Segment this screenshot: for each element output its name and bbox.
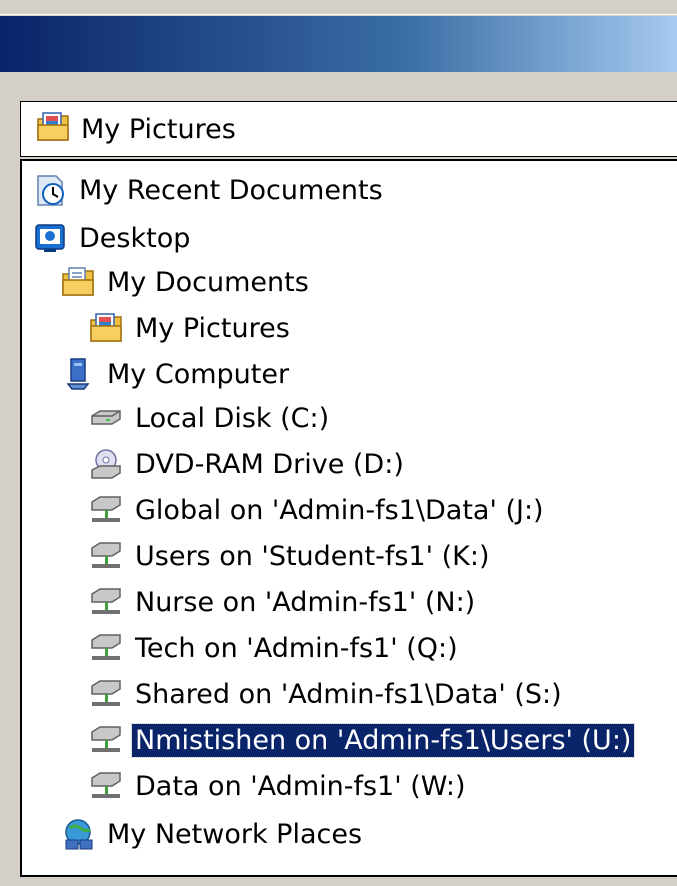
title-bar [0,16,677,72]
network-places-icon [60,816,96,852]
my-computer-icon [60,356,96,392]
toolbar-area [0,72,677,100]
tree-item-label: Shared on 'Admin-fs1\Data' (S:) [135,678,562,710]
tree-item-network-drive-k[interactable]: Users on 'Student-fs1' (K:) [88,533,492,579]
network-drive-icon [88,630,124,666]
tree-item-network-drive-j[interactable]: Global on 'Admin-fs1\Data' (J:) [88,487,547,533]
tree-item-label: DVD-RAM Drive (D:) [135,448,404,480]
location-combo[interactable]: My Pictures [20,101,677,157]
network-drive-icon [88,722,124,758]
tree-item-desktop[interactable]: Desktop [32,215,193,261]
tree-item-label: My Pictures [135,312,290,344]
tree-item-network-drive-q[interactable]: Tech on 'Admin-fs1' (Q:) [88,625,461,671]
tree-item-my-network-places[interactable]: My Network Places [60,811,365,857]
network-drive-icon [88,492,124,528]
tree-item-my-computer[interactable]: My Computer [60,351,292,397]
tree-item-label: My Recent Documents [79,174,383,206]
location-combo-value: My Pictures [81,113,236,145]
tree-item-network-drive-u[interactable]: Nmistishen on 'Admin-fs1\Users' (U:) [88,717,636,763]
top-strip [0,0,677,15]
tree-item-my-pictures[interactable]: My Pictures [88,305,293,351]
tree-item-local-disk[interactable]: Local Disk (C:) [88,395,332,441]
tree-item-label: Data on 'Admin-fs1' (W:) [135,770,466,802]
desktop-icon [32,220,68,256]
tree-item-network-drive-n[interactable]: Nurse on 'Admin-fs1' (N:) [88,579,478,625]
bottom-edge [0,877,677,886]
network-drive-icon [88,538,124,574]
my-pictures-icon [88,310,124,346]
network-drive-icon [88,768,124,804]
network-drive-icon [88,584,124,620]
tree-item-label: My Network Places [107,818,363,850]
tree-item-label: My Documents [107,266,309,298]
my-pictures-icon [35,109,71,149]
tree-item-label: My Computer [107,358,290,390]
tree-item-my-documents[interactable]: My Documents [60,259,312,305]
folder-tree[interactable]: My Recent Documents Desktop My Documents [20,159,677,877]
network-drive-icon [88,676,124,712]
tree-item-label: Users on 'Student-fs1' (K:) [135,540,490,572]
tree-item-network-drive-w[interactable]: Data on 'Admin-fs1' (W:) [88,763,469,809]
dvd-drive-icon [88,446,124,482]
tree-item-label: Nurse on 'Admin-fs1' (N:) [135,586,476,618]
tree-item-label: Global on 'Admin-fs1\Data' (J:) [135,494,544,526]
tree-item-label: Tech on 'Admin-fs1' (Q:) [135,632,458,664]
local-disk-icon [88,400,124,436]
recent-documents-icon [32,172,68,208]
tree-item-network-drive-s[interactable]: Shared on 'Admin-fs1\Data' (S:) [88,671,565,717]
my-documents-icon [60,264,96,300]
tree-item-dvd-drive[interactable]: DVD-RAM Drive (D:) [88,441,407,487]
tree-item-my-recent-documents[interactable]: My Recent Documents [32,167,386,213]
tree-item-label: Local Disk (C:) [135,402,330,434]
tree-item-label: Desktop [79,222,191,254]
tree-item-label: Nmistishen on 'Admin-fs1\Users' (U:) [130,722,636,758]
